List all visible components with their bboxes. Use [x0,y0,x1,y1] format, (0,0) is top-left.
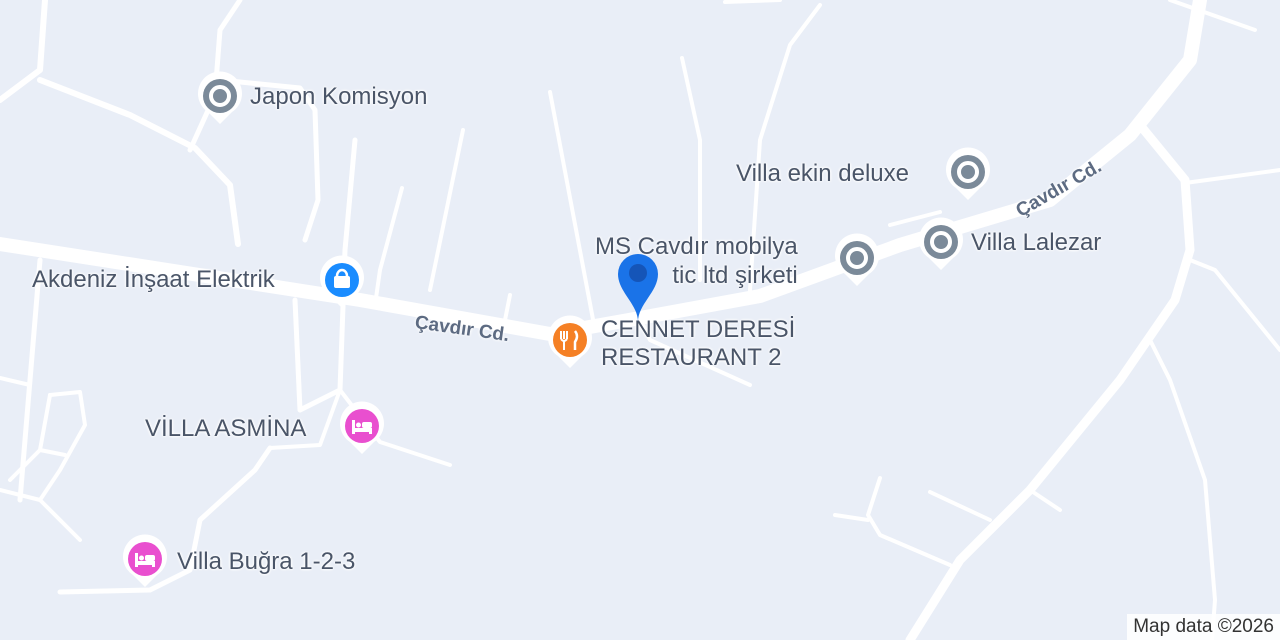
poi-label-villa-asmina[interactable]: VİLLA ASMİNA [145,415,306,443]
fork-knife-icon[interactable] [546,314,594,370]
bed-icon[interactable] [121,533,169,589]
poi-label-villa-bugra[interactable]: Villa Buğra 1-2-3 [177,548,355,576]
poi-label-cennet-deresi[interactable]: CENNET DERESİ RESTAURANT 2 [601,316,795,372]
shopping-bag-icon[interactable] [318,254,366,310]
place-icon[interactable] [944,146,992,202]
bed-icon[interactable] [338,400,386,456]
place-icon[interactable] [917,216,965,272]
place-icon[interactable] [196,70,244,126]
poi-label-akdeniz-insaat[interactable]: Akdeniz İnşaat Elektrik [32,266,275,294]
map-canvas[interactable]: Çavdır Cd. Çavdır Cd. Japon Komisyon Akd… [0,0,1280,640]
map-attribution: Map data ©2026 [1127,614,1280,640]
poi-label-japon-komisyon[interactable]: Japon Komisyon [250,83,427,111]
location-marker-icon[interactable] [610,244,666,324]
place-icon[interactable] [833,232,881,288]
poi-label-villa-ekin-deluxe[interactable]: Villa ekin deluxe [736,160,909,188]
poi-label-villa-lalezar[interactable]: Villa Lalezar [971,229,1101,257]
